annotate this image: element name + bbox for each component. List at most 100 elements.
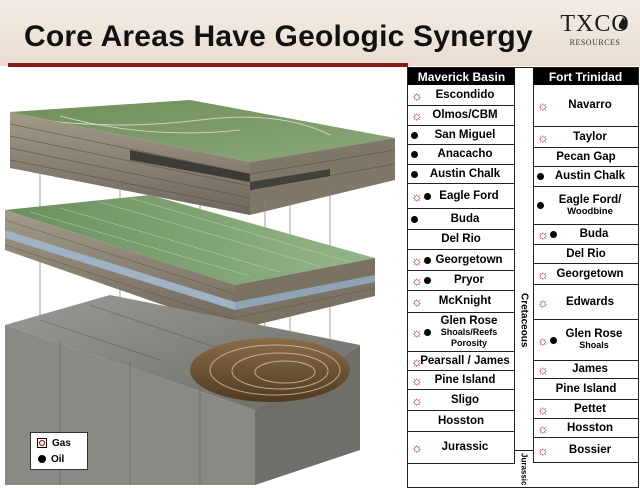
formation-name: Sligo [450, 393, 480, 406]
fort-trinidad-formation-row: Eagle Ford/Woodbine [533, 187, 638, 225]
legend-item-gas: Gas [37, 436, 71, 450]
formation-name: Glen Rose [565, 328, 623, 340]
formation-name: Georgetown [556, 267, 624, 280]
formation-subname: Shoals/Reefs Porosity [440, 326, 498, 348]
fort-trinidad-formation-row: Del Rio [533, 245, 638, 264]
maverick-formation-row: ☼ Escondido [408, 85, 515, 106]
formation-subname: Shoals [579, 340, 609, 350]
formation-name: Austin Chalk [429, 167, 501, 180]
formation-name: Escondido [435, 88, 495, 101]
fort-trinidad-formation-row: ☼ Bossier [533, 438, 638, 463]
maverick-formation-row: ☼ McKnight [408, 291, 515, 313]
gas-icon: ☼ [411, 87, 423, 103]
formation-name: Navarro [568, 99, 612, 111]
formation-name: Pine Island [555, 382, 617, 395]
gas-icon: ☼ [411, 294, 423, 309]
formation-name: Hosston [438, 414, 484, 427]
formation-name: Austin Chalk [554, 170, 626, 182]
fort-trinidad-formation-row: Austin Chalk [533, 167, 638, 187]
formation-name: Anacacho [437, 148, 493, 160]
oil-icon [38, 455, 46, 463]
fort-trinidad-formation-row: ☼ Glen Rose Shoals [533, 320, 638, 361]
gas-icon: ☼ [537, 266, 549, 282]
maverick-formation-row: ☼ Eagle Ford [408, 184, 515, 209]
fort-trinidad-formation-row: Pine Island [533, 379, 638, 400]
fort-trinidad-formation-row: ☼ Edwards [533, 285, 638, 320]
oil-icon [411, 215, 418, 223]
gas-icon: ☼ [537, 420, 549, 436]
slide-header: Core Areas Have Geologic Synergy TXCO RE… [0, 0, 640, 66]
maverick-formation-row: ☼ Pine Island [408, 371, 515, 390]
formation-name: Jurassic [441, 441, 489, 453]
formation-name: Buda [579, 228, 609, 240]
formation-name: Bossier [568, 443, 612, 456]
gas-icon: ☼ [411, 392, 423, 408]
formation-subname: Woodbine [567, 205, 613, 217]
maverick-formation-row: Austin Chalk [408, 165, 515, 184]
gas-icon [37, 438, 47, 448]
fort-trinidad-formation-row: ☼ Buda [533, 225, 638, 245]
gas-icon: ☼ [537, 294, 549, 310]
gas-icon: ☼ [537, 227, 549, 242]
formation-name: Edwards [566, 295, 614, 308]
formation-name: Pryor [453, 274, 485, 286]
formation-name: McKnight [438, 295, 492, 307]
formation-name: Georgetown [435, 253, 503, 266]
oil-icon [537, 173, 544, 180]
legend-label-oil: Oil [51, 453, 65, 465]
company-logo: TXCO RESOURCES [560, 12, 630, 56]
legend: Gas Oil [30, 432, 88, 470]
gas-icon: ☼ [537, 129, 549, 145]
title-underline [8, 63, 408, 67]
oil-icon [423, 328, 431, 336]
gas-icon: ☼ [411, 188, 423, 204]
gas-icon: ☼ [411, 440, 423, 455]
formation-table: Maverick Basin Fort Trinidad Cretaceous … [407, 67, 639, 488]
gas-icon: ☼ [411, 372, 423, 388]
maverick-formation-row: Anacacho [408, 145, 515, 165]
fort-trinidad-formation-row: ☼ Georgetown [533, 264, 638, 285]
gas-icon: ☼ [411, 252, 423, 268]
gas-icon: ☼ [537, 401, 549, 417]
maverick-formation-row: ☼ Pearsall / James [408, 352, 515, 371]
maverick-formation-row: San Miguel [408, 126, 515, 145]
fort-trinidad-formation-row: ☼ Navarro [533, 85, 638, 127]
maverick-formation-row: Buda [408, 209, 515, 230]
legend-label-gas: Gas [52, 437, 71, 449]
formation-name: Del Rio [441, 233, 481, 245]
maverick-formation-row: ☼ Sligo [408, 390, 515, 411]
formation-name: Taylor [573, 130, 607, 143]
formation-name: Pettet [574, 402, 606, 415]
gas-icon: ☼ [537, 98, 549, 113]
maverick-formation-row: Del Rio [408, 230, 515, 250]
column-header-fort-trinidad: Fort Trinidad [533, 68, 638, 85]
gas-icon: ☼ [411, 353, 423, 369]
oil-icon [411, 170, 418, 178]
logo-subtext: RESOURCES [569, 38, 621, 47]
maverick-formation-row: ☼ Pryor [408, 271, 515, 291]
oil-icon [423, 192, 431, 200]
geologic-block-diagram [4, 100, 396, 485]
gas-icon: ☼ [537, 332, 549, 348]
gas-icon: ☼ [411, 273, 423, 288]
oil-icon [411, 151, 418, 158]
formation-name: James [572, 363, 608, 375]
gas-icon: ☼ [537, 442, 549, 458]
gas-icon: ☼ [537, 362, 549, 377]
gas-icon: ☼ [411, 108, 423, 123]
oil-icon [549, 231, 557, 238]
formation-name: Del Rio [566, 247, 606, 260]
formation-name: Eagle Ford/ [558, 193, 622, 206]
oil-icon [411, 131, 418, 139]
maverick-formation-row: Hosston [408, 411, 515, 432]
fort-trinidad-formation-row: ☼ Taylor [533, 127, 638, 148]
slide-title: Core Areas Have Geologic Synergy [24, 20, 533, 53]
fort-trinidad-formation-row: ☼ Hosston [533, 419, 638, 438]
formation-name: Eagle Ford [439, 189, 499, 202]
oil-icon [423, 277, 431, 284]
maverick-formation-row: ☼ Georgetown [408, 250, 515, 271]
maverick-formation-row: ☼ Jurassic [408, 432, 515, 464]
fort-trinidad-formation-row: ☼ James [533, 361, 638, 379]
period-label-cretaceous: Cretaceous [518, 293, 530, 348]
gas-icon: ☼ [411, 324, 423, 340]
